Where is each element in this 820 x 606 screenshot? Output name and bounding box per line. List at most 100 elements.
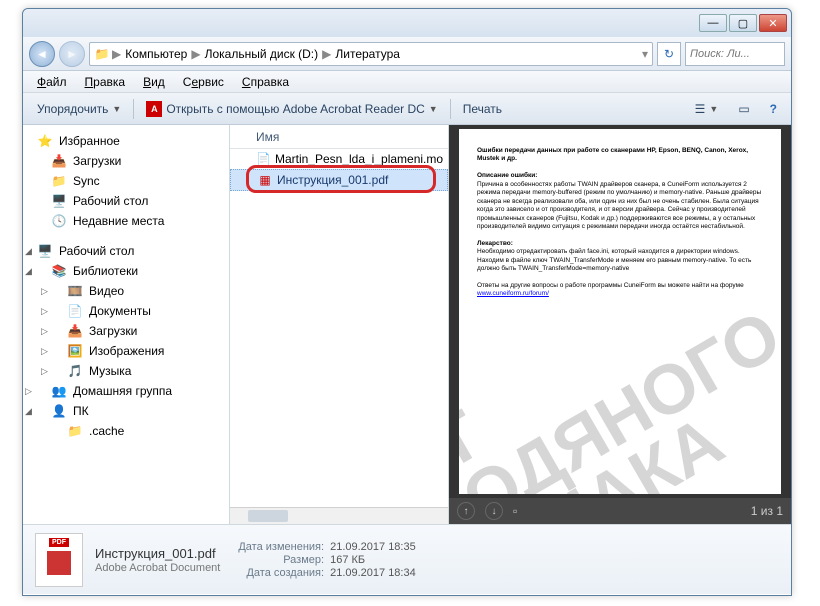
preview-pane-button[interactable]: ▭ [730, 98, 757, 120]
file-metadata: Дата изменения: 21.09.2017 18:35 Размер:… [238, 541, 415, 579]
pictures-icon: 🖼️ [67, 343, 83, 359]
chevron-down-icon: ▼ [112, 104, 121, 114]
print-button[interactable]: Печать [455, 98, 510, 120]
address-bar: ◄ ► 📁 ▶ Компьютер ▶ Локальный диск (D:) … [23, 37, 791, 71]
nav-video[interactable]: ▷🎞️Видео [23, 281, 229, 301]
nav-pc[interactable]: ◢👤ПК [23, 401, 229, 421]
nav-recent[interactable]: 🕓 Недавние места [23, 211, 229, 231]
file-item-selected[interactable]: ▦ Инструкция_001.pdf [230, 169, 448, 191]
music-icon: 🎵 [67, 363, 83, 379]
expander-icon[interactable]: ▷ [41, 306, 48, 317]
chevron-down-icon[interactable]: ▾ [642, 47, 648, 61]
nav-pictures[interactable]: ▷🖼️Изображения [23, 341, 229, 361]
forward-button[interactable]: ► [59, 41, 85, 67]
menu-help[interactable]: Справка [234, 73, 297, 91]
modified-label: Дата изменения: [238, 541, 324, 553]
nav-label: Загрузки [89, 324, 137, 338]
menu-file[interactable]: ФФайлайл [29, 73, 75, 91]
nav-desktop[interactable]: 🖥️Рабочий стол [23, 191, 229, 211]
menu-view[interactable]: Вид [135, 73, 173, 91]
nav-music[interactable]: ▷🎵Музыка [23, 361, 229, 381]
breadcrumb-sep: ▶ [112, 47, 121, 61]
expander-icon[interactable]: ◢ [25, 406, 32, 417]
file-info: Инструкция_001.pdf Adobe Acrobat Documen… [95, 546, 220, 574]
help-button[interactable]: ? [762, 98, 785, 120]
nav-homegroup[interactable]: ▷👥Домашняя группа [23, 381, 229, 401]
created-value: 21.09.2017 18:34 [330, 567, 416, 579]
doc-heading: Лекарство: [477, 240, 513, 247]
back-button[interactable]: ◄ [29, 41, 55, 67]
document-preview[interactable]: Ошибки передачи данных при работе со ска… [459, 129, 781, 494]
nav-cache[interactable]: 📁 .cache [23, 421, 229, 441]
titlebar[interactable]: — ▢ ✕ [23, 9, 791, 37]
file-name: Инструкция_001.pdf [277, 173, 388, 187]
maximize-button[interactable]: ▢ [729, 14, 757, 32]
desktop-icon: 🖥️ [37, 243, 53, 259]
recent-icon: 🕓 [51, 213, 67, 229]
file-list[interactable]: Имя 📄 Martin_Pesn_lda_i_plameni.mo ▦ Инс… [230, 125, 449, 524]
doc-icon: 📄 [256, 151, 271, 167]
pdf-icon: ▦ [257, 172, 273, 188]
menu-tools[interactable]: Сервис [175, 73, 232, 91]
close-button[interactable]: ✕ [759, 14, 787, 32]
file-name: Martin_Pesn_lda_i_plameni.mo [275, 152, 443, 166]
nav-downloads[interactable]: 📥 Загрузки [23, 151, 229, 171]
doc-link[interactable]: www.cuneiform.ru/forum/ [477, 290, 549, 297]
nav-label: Рабочий стол [59, 244, 134, 258]
breadcrumb-sep: ▶ [191, 47, 200, 61]
separator [450, 99, 451, 119]
file-thumbnail: PDF [35, 533, 83, 587]
nav-sync[interactable]: 📁Sync [23, 171, 229, 191]
preview-pane: Ошибки передачи данных при работе со ска… [449, 125, 791, 524]
modified-value: 21.09.2017 18:35 [330, 541, 416, 553]
folder-icon: 📁 [51, 173, 67, 189]
next-page-button[interactable]: ↓ [485, 502, 503, 520]
nav-label: .cache [89, 424, 124, 438]
nav-documents[interactable]: ▷📄Документы [23, 301, 229, 321]
folder-icon: 📁 [67, 423, 83, 439]
search-input[interactable] [685, 42, 785, 66]
expander-icon[interactable]: ▷ [41, 286, 48, 297]
column-header-name[interactable]: Имя [230, 125, 448, 149]
scroll-thumb[interactable] [248, 510, 288, 522]
doc-heading: Описание ошибки: [477, 172, 537, 179]
nav-favorites[interactable]: ⭐Избранное [23, 131, 229, 151]
view-mode-button[interactable]: ☰ ▼ [687, 98, 727, 120]
nav-downloads2[interactable]: ▷📥Загрузки [23, 321, 229, 341]
expander-icon[interactable]: ▷ [41, 366, 48, 377]
nav-label: Документы [89, 304, 151, 318]
refresh-button[interactable]: ↻ [657, 42, 681, 66]
video-icon: 🎞️ [67, 283, 83, 299]
file-item[interactable]: 📄 Martin_Pesn_lda_i_plameni.mo [230, 149, 448, 169]
nav-label: Домашняя группа [73, 384, 172, 398]
organize-button[interactable]: Упорядочить ▼ [29, 98, 129, 120]
navigation-pane[interactable]: ⭐Избранное 📥Загрузки 📁Sync 🖥️Рабочий сто… [23, 125, 230, 524]
minimize-button[interactable]: — [699, 14, 727, 32]
details-filename: Инструкция_001.pdf [95, 546, 220, 561]
nav-desktop-root[interactable]: ◢ 🖥️ Рабочий стол [23, 241, 229, 261]
breadcrumb-item[interactable]: Локальный диск (D:) [203, 47, 321, 61]
horizontal-scrollbar[interactable] [230, 507, 448, 524]
breadcrumb-item[interactable]: Компьютер [123, 47, 189, 61]
menubar: ФФайлайл Правка Вид Сервис Справка [23, 71, 791, 93]
content-area: ⭐Избранное 📥Загрузки 📁Sync 🖥️Рабочий сто… [23, 125, 791, 524]
nav-label: Недавние места [73, 214, 164, 228]
nav-libraries[interactable]: ◢📚Библиотеки [23, 261, 229, 281]
acrobat-logo-icon [47, 551, 71, 575]
user-icon: 👤 [51, 403, 67, 419]
expander-icon[interactable]: ◢ [25, 246, 32, 257]
breadcrumb-item[interactable]: Литература [333, 47, 402, 61]
breadcrumb[interactable]: 📁 ▶ Компьютер ▶ Локальный диск (D:) ▶ Ли… [89, 42, 653, 66]
expander-icon[interactable]: ◢ [25, 266, 32, 277]
expander-icon[interactable]: ▷ [25, 386, 32, 397]
prev-page-button[interactable]: ↑ [457, 502, 475, 520]
expander-icon[interactable]: ▷ [41, 346, 48, 357]
expander-icon[interactable]: ▷ [41, 326, 48, 337]
download-icon: 📥 [51, 153, 67, 169]
nav-label: Загрузки [73, 154, 121, 168]
doc-paragraph: Ответы на другие вопросы о работе програ… [477, 282, 744, 289]
open-with-button[interactable]: A Открыть с помощью Adobe Acrobat Reader… [138, 97, 445, 121]
size-label: Размер: [238, 554, 324, 566]
menu-edit[interactable]: Правка [77, 73, 134, 91]
page-fit-button[interactable]: ▫ [513, 504, 517, 518]
